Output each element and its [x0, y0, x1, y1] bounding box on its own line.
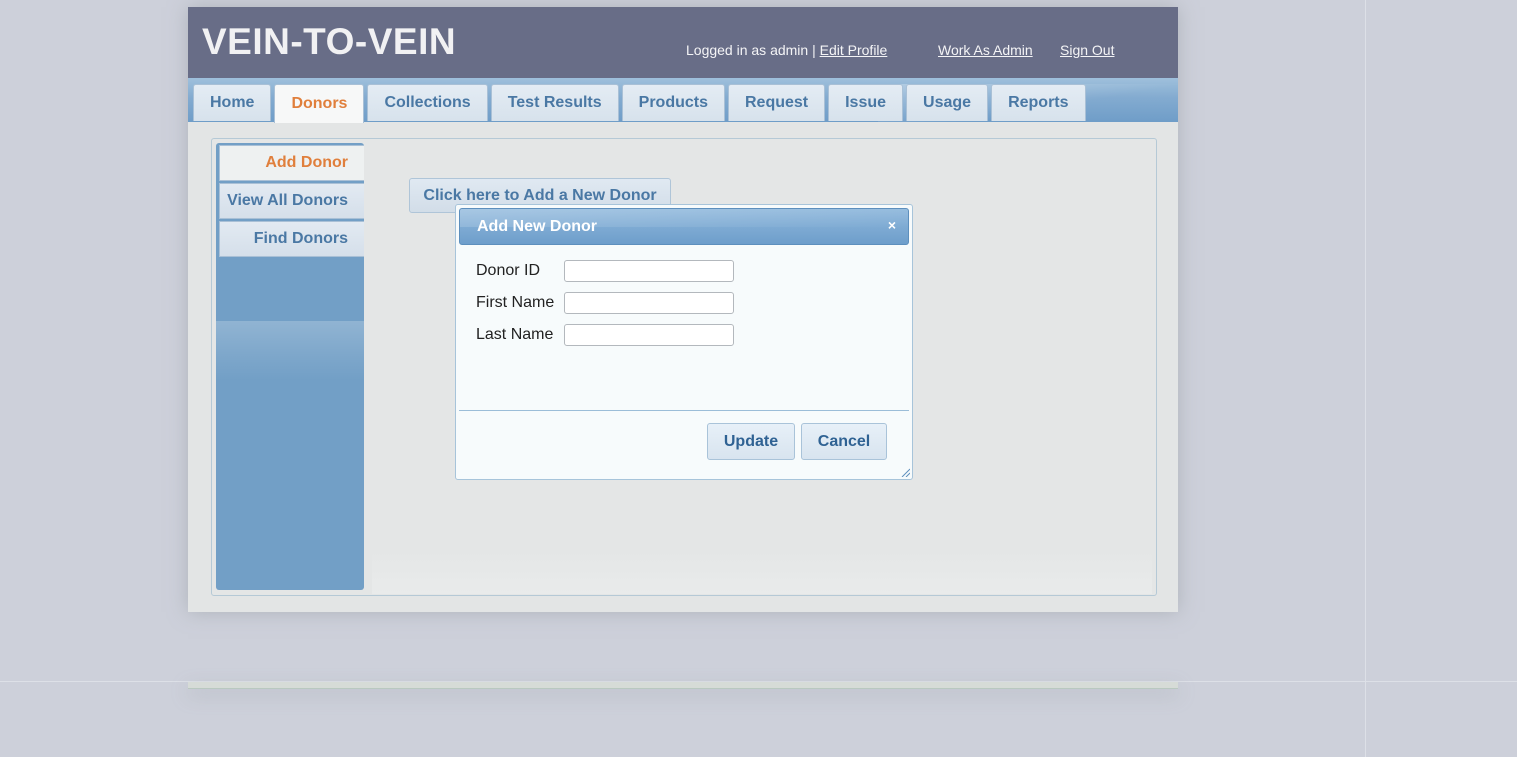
cancel-button[interactable]: Cancel — [801, 423, 887, 460]
tab-issue[interactable]: Issue — [828, 84, 904, 121]
form-row-donor-id: Donor ID — [476, 259, 734, 283]
first-name-input[interactable] — [564, 292, 734, 314]
page-guide-line — [1365, 0, 1366, 757]
dialog-divider — [459, 410, 909, 411]
tab-usage[interactable]: Usage — [906, 84, 989, 121]
last-name-input[interactable] — [564, 324, 734, 346]
form-row-last-name: Last Name — [476, 323, 734, 347]
sidenav-decoration — [216, 321, 364, 381]
close-icon[interactable]: × — [885, 218, 899, 232]
sidenav-item-find-donors[interactable]: Find Donors — [219, 221, 364, 257]
edit-profile-link[interactable]: Edit Profile — [820, 42, 888, 58]
app-title: VEIN-TO-VEIN — [202, 21, 457, 62]
sign-out-link[interactable]: Sign Out — [1060, 42, 1114, 58]
page-footer — [188, 682, 1178, 689]
tab-collections[interactable]: Collections — [367, 84, 488, 121]
work-as-admin-link[interactable]: Work As Admin — [938, 42, 1033, 58]
tab-reports[interactable]: Reports — [991, 84, 1086, 121]
tab-home[interactable]: Home — [193, 84, 272, 121]
dialog-title: Add New Donor — [477, 218, 597, 235]
sidenav-item-add-donor[interactable]: Add Donor — [219, 145, 364, 181]
update-button[interactable]: Update — [707, 423, 795, 460]
form-row-first-name: First Name — [476, 291, 734, 315]
donor-id-label: Donor ID — [476, 262, 541, 279]
tab-products[interactable]: Products — [621, 84, 725, 121]
tab-donors[interactable]: Donors — [274, 84, 365, 123]
first-name-label: First Name — [476, 294, 555, 311]
content-fade — [372, 549, 1152, 594]
sidenav-item-view-all-donors[interactable]: View All Donors — [219, 183, 364, 219]
add-donor-dialog: Add New Donor × Donor ID First Name Last… — [455, 204, 913, 480]
tab-request[interactable]: Request — [727, 84, 826, 121]
resize-grip-icon[interactable] — [900, 467, 910, 477]
donor-id-input[interactable] — [564, 260, 734, 282]
logged-in-text: Logged in as admin | — [686, 42, 816, 58]
main-nav-tabs: Home Donors Collections Test Results Product… — [188, 78, 1178, 123]
last-name-label: Last Name — [476, 326, 554, 343]
dialog-titlebar[interactable]: Add New Donor × — [459, 208, 909, 245]
app-header: VEIN-TO-VEIN Logged in as admin | Edit P… — [188, 7, 1178, 78]
tab-test-results[interactable]: Test Results — [490, 84, 619, 121]
donor-sidenav: Add Donor View All Donors Find Donors — [216, 143, 364, 590]
user-status: Logged in as admin | Edit Profile — [686, 42, 887, 58]
